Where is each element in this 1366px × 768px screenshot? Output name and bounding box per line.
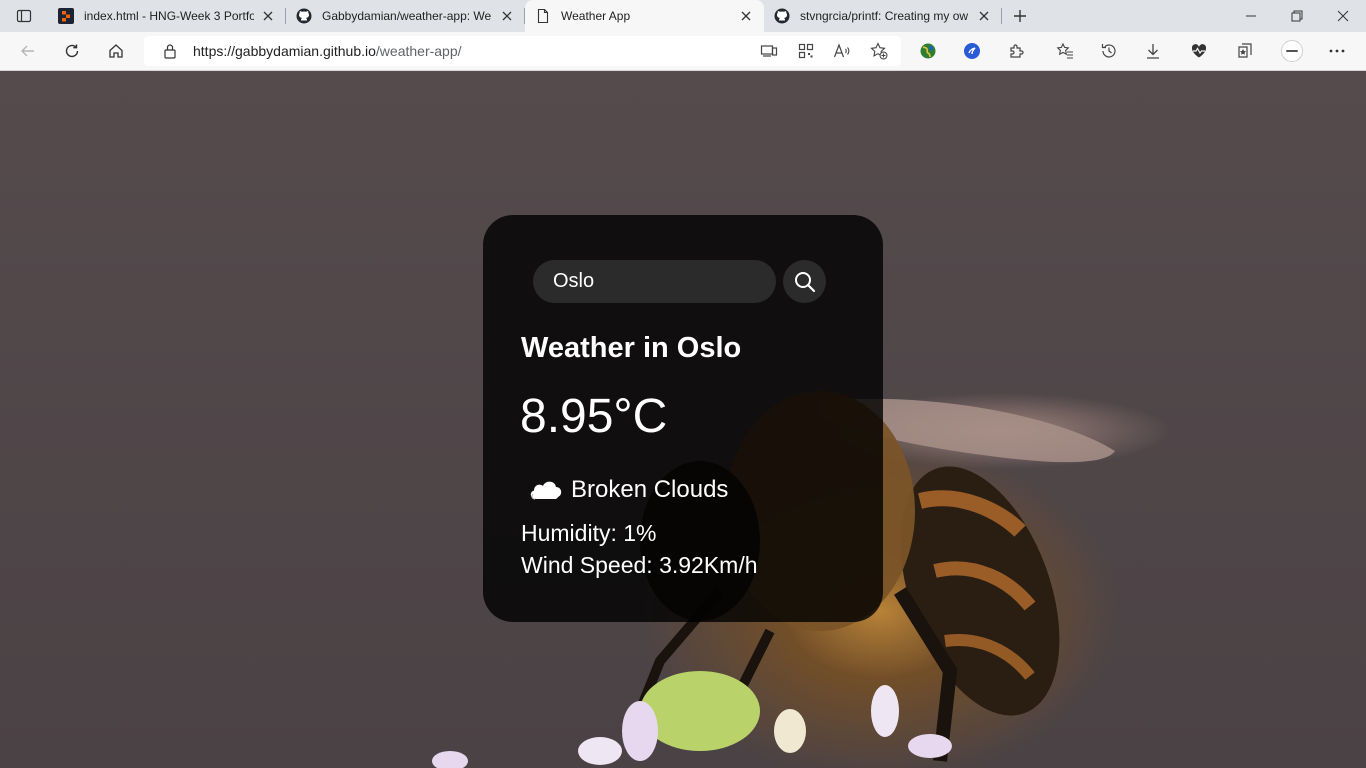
- favorites-button[interactable]: [1050, 36, 1080, 66]
- puzzle-icon: [1010, 44, 1024, 58]
- window-controls: [1228, 0, 1366, 32]
- wind-speed-text: Wind Speed: 3.92Km/h: [521, 552, 758, 578]
- avatar-icon: [1281, 40, 1303, 62]
- browser-toolbar: https://gabbydamian.github.io/weather-ap…: [0, 32, 1366, 71]
- heart-pulse-icon: [1191, 44, 1207, 58]
- city-title: Weather in Oslo: [521, 332, 742, 364]
- extension-blue-button[interactable]: [957, 36, 987, 66]
- page-viewport: Weather in Oslo 8.95°C Broken Clouds Hum…: [0, 71, 1366, 768]
- profile-button[interactable]: [1277, 36, 1307, 66]
- minimize-icon: [1246, 15, 1256, 17]
- search-icon: [794, 271, 815, 292]
- tab-title: stvngrcia/printf: Creating my ow: [800, 9, 969, 23]
- address-bar[interactable]: https://gabbydamian.github.io/weather-ap…: [144, 36, 901, 66]
- home-icon: [109, 44, 123, 58]
- refresh-button[interactable]: [57, 36, 87, 66]
- close-tab-icon[interactable]: [738, 8, 754, 24]
- close-tab-icon[interactable]: [260, 8, 276, 24]
- close-tab-icon[interactable]: [499, 8, 515, 24]
- qr-code-button[interactable]: [791, 36, 821, 66]
- close-icon: [1337, 10, 1349, 22]
- tab-github-weather-app[interactable]: Gabbydamian/weather-app: We: [286, 0, 525, 32]
- tab-github-printf[interactable]: stvngrcia/printf: Creating my ow: [764, 0, 1002, 32]
- extension-globe-button[interactable]: [913, 36, 943, 66]
- humidity-text: Humidity: 1%: [521, 520, 657, 546]
- tab-title: index.html - HNG-Week 3 Portfo: [84, 9, 254, 23]
- url-path: /weather-app/: [375, 43, 462, 59]
- home-button[interactable]: [101, 36, 131, 66]
- back-button[interactable]: [13, 36, 43, 66]
- read-aloud-icon: [833, 43, 850, 58]
- tab-strip: index.html - HNG-Week 3 Portfo Gabbydami…: [0, 0, 1366, 32]
- github-icon: [296, 8, 312, 24]
- downloads-button[interactable]: [1138, 36, 1168, 66]
- collections-button[interactable]: [1230, 36, 1260, 66]
- star-plus-icon: [870, 42, 888, 60]
- city-search-input[interactable]: [533, 260, 776, 303]
- close-tab-icon[interactable]: [976, 8, 992, 24]
- refresh-icon: [65, 44, 79, 58]
- lock-icon[interactable]: [163, 43, 177, 59]
- settings-menu-button[interactable]: [1322, 36, 1352, 66]
- tab-title: Weather App: [561, 9, 631, 23]
- history-icon: [1101, 44, 1116, 58]
- collections-icon: [1238, 43, 1252, 58]
- search-button[interactable]: [783, 260, 826, 303]
- plus-icon: [1014, 10, 1026, 22]
- github-icon: [774, 8, 790, 24]
- blue-circle-extension-icon: [964, 43, 980, 59]
- download-icon: [1147, 44, 1159, 59]
- add-favorite-button[interactable]: [864, 36, 894, 66]
- new-tab-button[interactable]: [1004, 0, 1036, 32]
- tab-actions-icon: [16, 9, 32, 23]
- favorites-icon: [1056, 42, 1073, 59]
- weather-card: Weather in Oslo 8.95°C Broken Clouds Hum…: [483, 215, 883, 622]
- temperature: 8.95°C: [520, 390, 668, 443]
- url-host: https://gabbydamian.github.io: [193, 43, 376, 59]
- read-aloud-button[interactable]: [827, 36, 857, 66]
- cloud-icon: [530, 481, 562, 500]
- page-icon: [537, 8, 549, 24]
- replit-icon: [58, 8, 74, 24]
- history-button[interactable]: [1094, 36, 1124, 66]
- restore-icon: [1291, 10, 1303, 22]
- tab-replit[interactable]: index.html - HNG-Week 3 Portfo: [48, 0, 286, 32]
- url-text[interactable]: https://gabbydamian.github.io/weather-ap…: [193, 43, 462, 59]
- browser-essentials-button[interactable]: [1184, 36, 1214, 66]
- tab-actions-button[interactable]: [0, 0, 48, 32]
- restore-button[interactable]: [1274, 0, 1320, 32]
- more-options-icon: [1329, 49, 1345, 53]
- tab-weather-app[interactable]: Weather App: [525, 0, 764, 32]
- back-arrow-icon: [21, 45, 34, 57]
- globe-extension-icon: [920, 43, 936, 59]
- extensions-button[interactable]: [1002, 36, 1032, 66]
- app-available-button[interactable]: [754, 36, 784, 66]
- app-available-icon: [760, 45, 778, 57]
- tab-title: Gabbydamian/weather-app: We: [322, 9, 492, 23]
- qr-code-icon: [798, 43, 814, 59]
- minimize-button[interactable]: [1228, 0, 1274, 32]
- weather-description: Broken Clouds: [571, 476, 729, 503]
- close-window-button[interactable]: [1320, 0, 1366, 32]
